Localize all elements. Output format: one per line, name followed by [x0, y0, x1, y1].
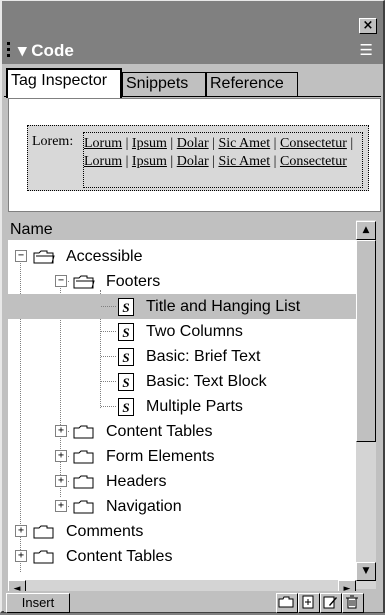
panel-header[interactable]: ▾ Code ☰ [2, 38, 383, 64]
tree-row-folder[interactable]: + Content Tables [8, 544, 356, 569]
collapse-icon[interactable]: − [15, 250, 27, 262]
tree-item-label: Basic: Text Block [146, 373, 267, 390]
new-snippet-icon[interactable] [298, 593, 320, 613]
tab-reference[interactable]: Reference [206, 72, 298, 96]
panel-title[interactable]: ▾ Code [18, 41, 74, 61]
tree-item-label: Comments [66, 523, 144, 540]
tree-row-folder[interactable]: + Content Tables [8, 419, 356, 444]
drag-grip-icon[interactable] [7, 42, 11, 60]
tag-inspector-area: Lorem: Lorum | Ipsum | Dolar | Sic Amet … [8, 98, 381, 212]
folder-open-icon [73, 275, 95, 289]
tag-link[interactable]: Consectetur [280, 154, 347, 169]
snippet-icon: S [118, 348, 134, 366]
new-folder-icon[interactable] [276, 593, 298, 613]
tree-row-snippet[interactable]: S Basic: Brief Text [8, 344, 356, 369]
scroll-thumb[interactable] [356, 240, 376, 442]
expand-icon[interactable]: + [55, 475, 67, 487]
tag-link[interactable]: Dolar [177, 136, 209, 151]
tree-item-label: Content Tables [66, 548, 173, 565]
panel-footer: Insert [4, 591, 383, 613]
collapse-arrow-icon[interactable]: ▾ [18, 41, 27, 60]
folder-closed-icon [33, 525, 54, 539]
tree-row-snippet-selected[interactable]: S Title and Hanging List [8, 294, 356, 319]
tree-item-label: Content Tables [106, 423, 213, 440]
scroll-down-icon[interactable]: ▼ [356, 562, 376, 581]
snippet-icon: S [118, 373, 134, 391]
folder-closed-icon [73, 425, 94, 439]
scroll-up-icon[interactable]: ▲ [356, 221, 376, 240]
snippet-icon: S [118, 323, 134, 341]
tag-link[interactable]: Lorum [84, 154, 122, 169]
code-panel: × ▾ Code ☰ Tag Inspector Snippets Refere… [0, 0, 385, 613]
tree-item-label: Navigation [106, 498, 182, 515]
tree-item-label: Headers [106, 473, 167, 490]
tree-row-folder[interactable]: − Footers [8, 269, 356, 294]
tag-link[interactable]: Dolar [177, 154, 209, 169]
panel-title-label: Code [31, 41, 74, 60]
tag-link[interactable]: Ipsum [132, 136, 167, 151]
tree-row-snippet[interactable]: S Basic: Text Block [8, 369, 356, 394]
folder-closed-icon [73, 500, 94, 514]
snippet-tree[interactable]: − Accessible − Footers S Title and Hangi… [8, 240, 356, 580]
tag-link[interactable]: Ipsum [132, 154, 167, 169]
tree-line [101, 406, 116, 407]
delete-icon[interactable] [342, 593, 364, 613]
tab-tag-inspector[interactable]: Tag Inspector [6, 68, 122, 98]
floating-titlebar[interactable]: × [2, 1, 383, 38]
column-name[interactable]: Name [10, 221, 53, 239]
snippet-icon: S [118, 398, 134, 416]
tree-item-label: Form Elements [106, 448, 215, 465]
expand-icon[interactable]: + [15, 550, 27, 562]
expand-icon[interactable]: + [55, 425, 67, 437]
tree-row-folder[interactable]: + Form Elements [8, 444, 356, 469]
vertical-scrollbar[interactable]: ▲ ▼ [356, 220, 376, 589]
tree-item-label: Two Columns [146, 323, 243, 340]
tag-link[interactable]: Sic Amet [218, 154, 270, 169]
tree-row-folder[interactable]: + Comments [8, 519, 356, 544]
insert-button[interactable]: Insert [6, 593, 70, 613]
edit-snippet-icon[interactable] [320, 593, 342, 613]
tree-row-folder[interactable]: + Headers [8, 469, 356, 494]
tree-item-label: Multiple Parts [146, 398, 243, 415]
tree-item-label: Footers [106, 273, 161, 290]
expand-icon[interactable]: + [15, 525, 27, 537]
tree-line [101, 381, 116, 382]
folder-closed-icon [33, 550, 54, 564]
tag-block[interactable]: Lorem: Lorum | Ipsum | Dolar | Sic Amet … [27, 125, 369, 191]
tab-bar: Tag Inspector Snippets Reference [4, 64, 381, 98]
tree-item-label: Accessible [66, 248, 143, 265]
tree-row-folder[interactable]: + Navigation [8, 494, 356, 519]
folder-closed-icon [73, 450, 94, 464]
collapse-icon[interactable]: − [55, 275, 67, 287]
tree-row-folder[interactable]: − Accessible [8, 244, 356, 269]
tag-links: Lorum | Ipsum | Dolar | Sic Amet | Conse… [83, 132, 363, 188]
tag-name: Lorem: [32, 134, 74, 149]
tree-item-label: Basic: Brief Text [146, 348, 261, 365]
tree-row-snippet[interactable]: S Multiple Parts [8, 394, 356, 419]
tag-link[interactable]: Lorum [84, 136, 122, 151]
options-menu-icon[interactable]: ☰ [360, 41, 373, 59]
list-header[interactable]: Name [8, 220, 376, 241]
tree-line [101, 356, 116, 357]
expand-icon[interactable]: + [55, 500, 67, 512]
tree-row-snippet[interactable]: S Two Columns [8, 319, 356, 344]
tag-link[interactable]: Sic Amet [218, 136, 270, 151]
tree-item-label: Title and Hanging List [146, 298, 301, 315]
tag-link[interactable]: Consectetur [280, 136, 347, 151]
snippet-icon: S [118, 298, 134, 316]
folder-open-icon [33, 250, 55, 264]
tab-snippets[interactable]: Snippets [122, 72, 206, 96]
folder-closed-icon [73, 475, 94, 489]
tree-line [101, 306, 116, 307]
expand-icon[interactable]: + [55, 450, 67, 462]
close-icon[interactable]: × [359, 18, 377, 34]
tree-line [101, 331, 116, 332]
